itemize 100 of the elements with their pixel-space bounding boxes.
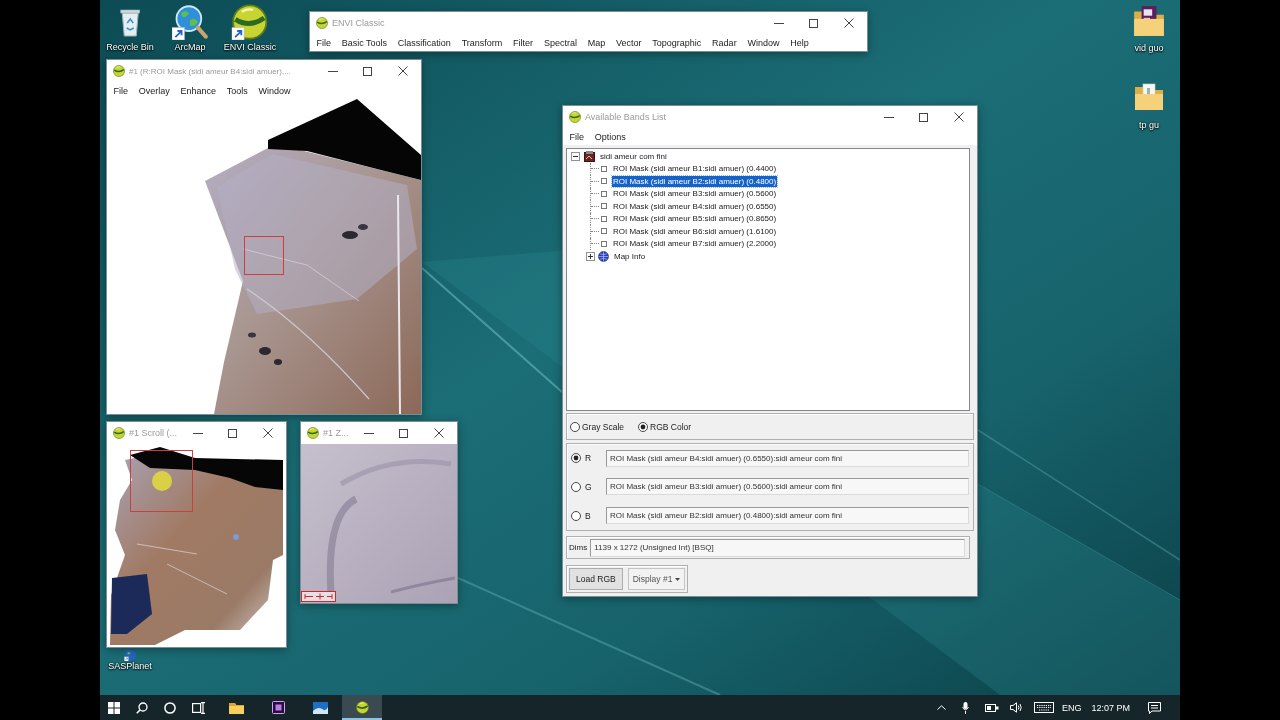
radio-icon[interactable] (638, 421, 649, 432)
close-icon[interactable] (953, 112, 964, 122)
app-logo-icon (113, 427, 125, 439)
battery-icon[interactable] (984, 703, 999, 712)
maximize-icon[interactable] (227, 428, 237, 438)
window-title: Available Bands List (585, 112, 666, 122)
menu-item[interactable]: Transform (456, 37, 508, 48)
view-region-outline (130, 450, 193, 512)
tree-item[interactable]: ROI Mask (sidi ameur B1:sidi amuer) (0.4400) (612, 163, 778, 175)
minimize-icon[interactable] (884, 116, 894, 118)
maximize-icon[interactable] (362, 66, 372, 76)
microphone-icon[interactable] (962, 701, 970, 714)
menu-item[interactable]: Options (589, 131, 632, 142)
radio-option[interactable]: R (571, 453, 606, 464)
tree-item[interactable]: ROI Mask (sidi ameur B4:sidi amuer) (0.6550) (612, 200, 778, 212)
ball-logo-icon (355, 701, 369, 714)
dims-field: 1139 x 1272 (Unsigned Int) [BSQ] (590, 538, 965, 557)
radio-option[interactable]: B (571, 510, 606, 521)
search-icon[interactable] (136, 701, 148, 714)
menu-item[interactable]: Map (582, 37, 611, 48)
collapse-icon[interactable] (571, 151, 580, 161)
square-app-icon (271, 701, 285, 714)
menu-item[interactable]: Basic Tools (336, 37, 393, 48)
radio-icon[interactable] (571, 453, 581, 464)
menu-item[interactable]: Window (253, 85, 296, 96)
globe-icon (598, 250, 609, 262)
taskbar-button[interactable] (342, 695, 382, 720)
app-logo-icon (569, 111, 581, 123)
menu-item[interactable]: File (564, 131, 590, 142)
radio-icon[interactable] (571, 510, 581, 521)
minimize-icon[interactable] (328, 70, 338, 72)
app-logo-icon (316, 17, 328, 29)
close-icon[interactable] (397, 66, 408, 76)
desktop-icon[interactable]: SASPlanet (108, 649, 152, 671)
window-title: #1 Scroll (... (129, 428, 177, 438)
display-dropdown[interactable]: Display #1 (627, 568, 686, 590)
zoom-region-outline (244, 236, 284, 275)
maximize-icon[interactable] (918, 112, 928, 122)
menu-item[interactable]: Help (784, 37, 815, 48)
menu-item[interactable]: Topographic (646, 37, 707, 48)
menu-item[interactable]: Overlay (133, 85, 176, 96)
tree-item[interactable]: Map Info (613, 250, 647, 262)
band-field[interactable]: ROI Mask (sidi ameur B3:sidi amuer) (0.5600):sidi ameur com fini (606, 478, 969, 496)
maximize-icon[interactable] (808, 18, 818, 28)
caret-icon (675, 577, 681, 581)
menu-item[interactable]: Tools (221, 85, 254, 96)
menu-item[interactable]: File (108, 85, 134, 96)
minimize-icon[interactable] (774, 22, 784, 24)
dims-label: Dims (569, 543, 588, 552)
tree-item[interactable]: ROI Mask (sidi ameur B5:sidi amuer) (0.8650) (612, 213, 778, 225)
minimize-icon[interactable] (193, 432, 203, 434)
desktop-icon[interactable]: Recycle Bin (106, 5, 154, 52)
desktop-icon[interactable]: ENVI Classic (223, 4, 277, 52)
menu-item[interactable]: Window (742, 37, 785, 48)
tree-item[interactable]: ROI Mask (sidi ameur B2:sidi amuer) (0.4800) (612, 175, 778, 187)
window-title: #1 (R:ROI Mask (sidi ameur B4:sidi amuer),... (129, 66, 291, 76)
window-title: #1 Z... (323, 428, 349, 438)
tree-item[interactable]: ROI Mask (sidi ameur B7:sidi amuer) (2.2000) (612, 238, 778, 250)
maximize-icon[interactable] (398, 428, 408, 438)
menu-item[interactable]: Classification (392, 37, 457, 48)
menu-item[interactable]: Vector (610, 37, 647, 48)
clock[interactable]: 12:07 PM (1091, 702, 1130, 713)
radio-icon[interactable] (571, 482, 581, 492)
language-indicator[interactable]: ENG (1061, 702, 1082, 713)
menu-item[interactable]: Radar (706, 37, 742, 48)
band-field[interactable]: ROI Mask (sidi ameur B2:sidi amuer) (0.4800):sidi ameur com fini (606, 507, 969, 525)
circle-icon[interactable] (164, 701, 176, 714)
notification-icon[interactable] (1148, 701, 1161, 714)
close-icon[interactable] (843, 18, 854, 28)
zoom-controls-icon[interactable] (301, 591, 336, 602)
tree-item[interactable]: sidi ameur com fini (599, 150, 668, 162)
tree-item[interactable]: ROI Mask (sidi ameur B6:sidi amuer) (1.6100) (612, 225, 778, 237)
volume-icon[interactable] (1009, 702, 1022, 713)
window-title: ENVI Classic (332, 18, 385, 28)
desktop-icon[interactable]: ArcMap (172, 4, 208, 52)
band-field[interactable]: ROI Mask (sidi ameur B4:sidi amuer) (0.6550):sidi ameur com fini (606, 449, 969, 467)
radio-option[interactable]: G (571, 482, 606, 492)
load-button[interactable]: Load RGB (569, 568, 623, 590)
radio-option[interactable]: Gray Scale (570, 421, 625, 432)
menu-item[interactable]: Enhance (175, 85, 222, 96)
radio-icon[interactable] (570, 421, 580, 432)
menu-item[interactable]: Filter (507, 37, 539, 48)
chevron-up-icon[interactable] (937, 705, 947, 710)
windows-logo-icon[interactable] (108, 701, 120, 714)
folder-icon (228, 701, 244, 714)
desktop-icon[interactable]: tp gu (1133, 80, 1165, 130)
expand-icon[interactable] (586, 251, 595, 261)
menu-item[interactable]: Spectral (538, 37, 583, 48)
minimize-icon[interactable] (364, 432, 374, 434)
radio-option[interactable]: RGB Color (638, 421, 692, 432)
close-icon[interactable] (262, 428, 273, 438)
picture-icon (312, 701, 328, 714)
app-logo-icon (307, 427, 319, 439)
cursor-highlight-icon (152, 471, 172, 491)
menu-item[interactable]: File (311, 37, 337, 48)
tree-item[interactable]: ROI Mask (sidi ameur B3:sidi amuer) (0.5600) (612, 188, 778, 200)
desktop-icon[interactable]: vid guo (1132, 4, 1166, 53)
keyboard-icon[interactable] (1033, 702, 1054, 713)
close-icon[interactable] (433, 428, 444, 438)
task-view-icon[interactable] (191, 701, 205, 714)
